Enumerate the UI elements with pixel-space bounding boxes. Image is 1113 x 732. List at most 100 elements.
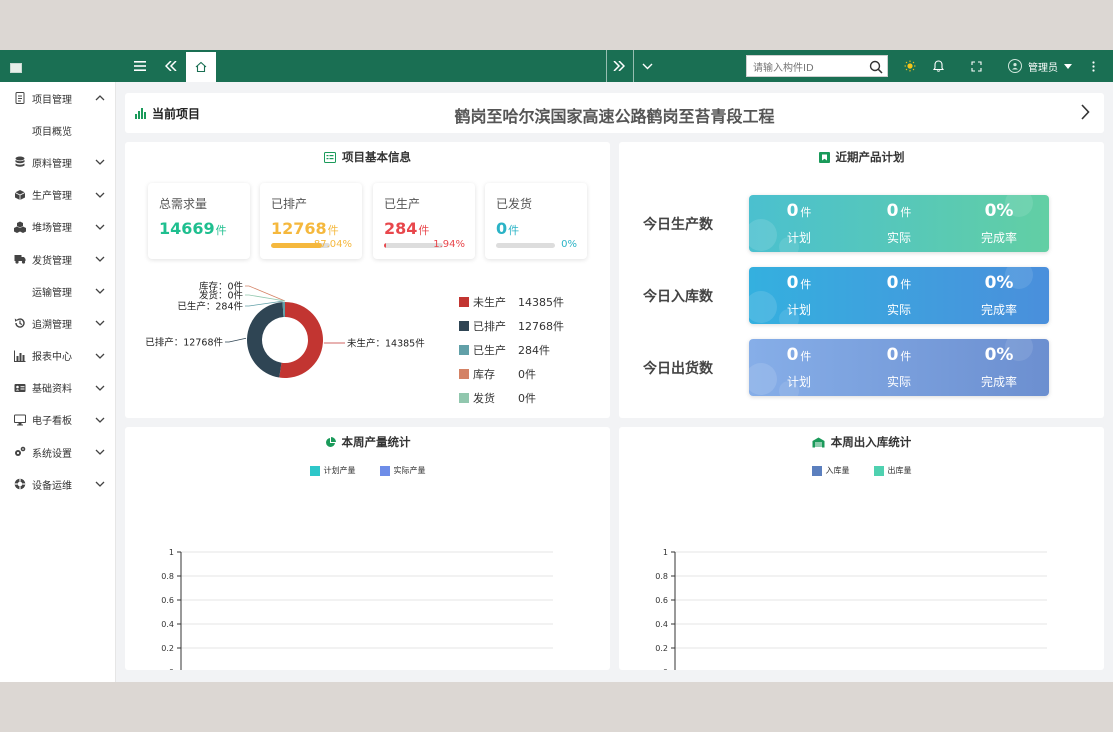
search-box <box>746 55 888 79</box>
divider <box>606 50 607 82</box>
sidebar-item[interactable]: 设备运维 <box>0 468 115 500</box>
project-basic-info-card: 项目基本信息 总需求量 14669件 已排产 12768件 87.04% 已生产 284件 1… <box>125 142 610 418</box>
sidebar-item[interactable]: 项目管理 <box>0 82 115 114</box>
stat-value-group: 14669件 <box>159 219 227 238</box>
sidebar-item[interactable]: 电子看板 <box>0 404 115 436</box>
home-tab-icon[interactable] <box>186 52 216 82</box>
chevron-down-icon <box>95 415 105 426</box>
plan-metric: 0% 完成率 <box>949 267 1049 324</box>
document-icon <box>14 92 26 105</box>
sidebar-item-label: 发货管理 <box>32 255 72 267</box>
support-icon <box>14 478 26 490</box>
sidebar-item[interactable]: 系统设置 <box>0 436 115 468</box>
plan-metric-label: 实际 <box>886 375 911 389</box>
sidebar-item-label: 项目管理 <box>32 94 72 106</box>
theme-sun-icon[interactable] <box>900 50 920 82</box>
tabs-scroll-right-icon[interactable] <box>609 50 629 82</box>
logo-image-icon <box>10 63 22 73</box>
database-icon <box>14 156 26 168</box>
more-vertical-icon[interactable] <box>1086 50 1100 82</box>
chevron-down-icon <box>95 286 105 297</box>
plan-metric-panel: 0 件计划 0 件实际 0% 完成率 <box>749 339 1049 396</box>
plan-metric-unit: 件 <box>800 206 812 219</box>
legend-item[interactable]: 已排产 12768件 <box>459 314 564 338</box>
legend-swatch <box>459 393 469 403</box>
sidebar-item[interactable]: 报表中心 <box>0 340 115 372</box>
fullscreen-icon[interactable] <box>966 50 986 82</box>
legend-swatch <box>459 321 469 331</box>
plan-metric: 0 件实际 <box>849 339 949 396</box>
stat-value-group: 284件 <box>384 219 429 238</box>
legend-item[interactable]: 未生产 14385件 <box>459 290 564 314</box>
plan-metric-value: 0 <box>786 345 799 365</box>
stat-value-group: 0件 <box>496 219 519 238</box>
sidebar-item[interactable]: 堆场管理 <box>0 211 115 243</box>
stat-card: 已发货 0件 0% <box>485 183 587 259</box>
sidebar-item[interactable]: 项目概览 <box>0 114 115 146</box>
plan-metric: 0 件计划 <box>749 267 849 324</box>
component-id-search-input[interactable] <box>747 58 865 79</box>
stat-progress-fill <box>384 243 386 248</box>
y-tick-label: 0.2 <box>655 644 668 653</box>
legend-item[interactable]: 已生产 284件 <box>459 338 564 362</box>
legend-label: 库存 <box>473 368 495 381</box>
plan-metric-label: 完成率 <box>980 375 1017 389</box>
y-tick-label: 0 <box>169 668 174 670</box>
sidebar-item[interactable]: 生产管理 <box>0 179 115 211</box>
y-tick-label: 0 <box>663 668 668 670</box>
plan-metric-label: 实际 <box>886 303 911 317</box>
sidebar: 项目管理项目概览 原料管理生产管理堆场管理发货管理运输管理 追溯管理报表中心基础资料… <box>0 82 116 682</box>
plan-metric-value: 0% <box>984 273 1014 293</box>
notification-bell-icon[interactable] <box>928 50 948 82</box>
plan-title: 近期产品计划 <box>619 149 1104 165</box>
y-tick-label: 0.2 <box>161 644 174 653</box>
y-tick-label: 0.6 <box>161 596 174 605</box>
plan-metric-value-group: 0件 <box>749 201 849 221</box>
stat-card: 已生产 284件 1.94% <box>373 183 475 259</box>
plan-row-label: 今日出货数 <box>643 361 713 377</box>
chevron-down-icon <box>95 318 105 329</box>
y-tick-label: 0.4 <box>161 620 174 629</box>
y-tick-label: 0.4 <box>655 620 668 629</box>
stat-label: 已排产 <box>271 197 308 211</box>
tabs-dropdown-chevron-icon[interactable] <box>637 50 657 82</box>
menu-toggle-icon[interactable] <box>130 50 150 82</box>
user-name: 管理员 <box>1028 62 1058 74</box>
plan-metric-value-group: 0件 <box>849 273 949 293</box>
sidebar-item-label: 报表中心 <box>32 352 72 364</box>
basic-info-title: 项目基本信息 <box>125 149 610 165</box>
plan-metric-value-group: 0件 <box>849 345 949 365</box>
plan-metric-label: 实际 <box>886 231 911 245</box>
plan-metric-unit: 件 <box>900 278 912 291</box>
project-switch-chevron-right-icon[interactable] <box>1080 104 1090 124</box>
stat-value: 0 <box>496 219 508 238</box>
sidebar-item[interactable]: 追溯管理 <box>0 307 115 339</box>
sidebar-item[interactable]: 运输管理 <box>0 275 115 307</box>
plan-metric-label: 计划 <box>786 303 811 317</box>
stat-percent: 1.94% <box>433 239 465 250</box>
sidebar-item[interactable]: 基础资料 <box>0 372 115 404</box>
legend-item[interactable]: 发货 0件 <box>459 386 564 410</box>
tabs-scroll-left-icon[interactable] <box>161 50 181 82</box>
user-menu[interactable]: 管理员 <box>1008 50 1072 82</box>
sidebar-item-label: 生产管理 <box>32 191 72 203</box>
plan-metric-unit: 件 <box>800 278 812 291</box>
donut-slice[interactable] <box>279 302 323 378</box>
search-icon[interactable] <box>869 59 883 78</box>
plan-metric: 0% 完成率 <box>949 339 1049 396</box>
legend-value: 0件 <box>518 392 536 405</box>
legend-item[interactable]: 库存 0件 <box>459 362 564 386</box>
stat-progress-bar <box>496 243 555 248</box>
stat-unit: 件 <box>418 224 430 237</box>
divider <box>633 50 634 82</box>
donut-callout-label: 已生产：284件 <box>177 301 243 313</box>
donut-callout-label: 已排产：12768件 <box>145 337 223 349</box>
weekly-output-line-chart: 00.20.40.60.812024-11-042024-11-062024-1… <box>161 548 553 670</box>
app-window: 管理员 项目管理项目概览原料管理生产管理堆场管理发货管理运输管理追溯管理报表中心… <box>0 50 1113 682</box>
chevron-down-icon <box>95 190 105 201</box>
basic-info-title-text: 项目基本信息 <box>342 150 411 164</box>
plan-metric-value-group: 0% <box>949 273 1049 293</box>
donut-slice[interactable] <box>247 302 284 378</box>
sidebar-item[interactable]: 原料管理 <box>0 146 115 178</box>
sidebar-item[interactable]: 发货管理 <box>0 243 115 275</box>
